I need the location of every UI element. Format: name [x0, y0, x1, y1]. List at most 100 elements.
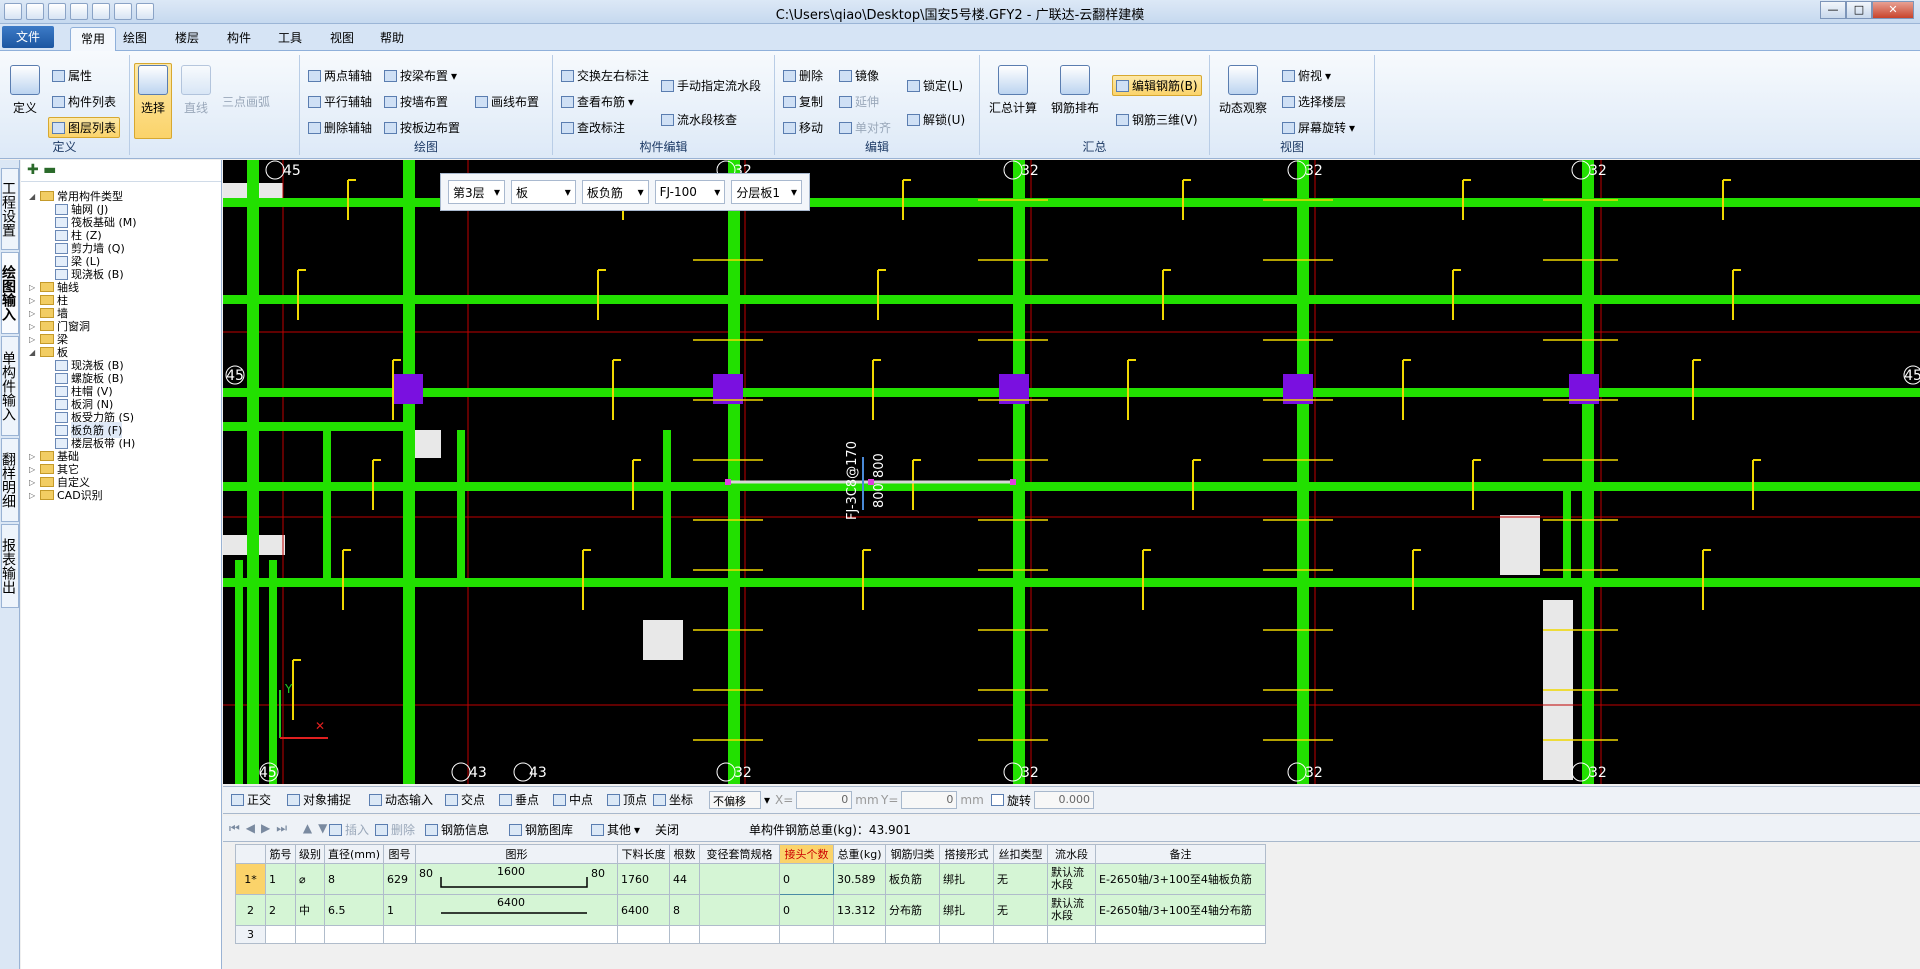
align-button[interactable]: 单对齐	[839, 119, 891, 136]
cell-empty[interactable]	[993, 925, 1049, 944]
delete-aux-axis[interactable]: 删除辅轴	[308, 119, 372, 136]
name-select[interactable]: FJ-100 ▾	[654, 180, 726, 204]
expand-icon[interactable]: ▷	[29, 296, 37, 305]
insert-button[interactable]: 插入	[329, 821, 369, 838]
cell-fig-no[interactable]: 1	[383, 894, 417, 926]
vertex-snap[interactable]: 顶点	[607, 791, 647, 808]
close-panel-button[interactable]: 关闭	[655, 821, 679, 838]
edit-label[interactable]: 查改标注	[561, 119, 625, 136]
cell-sleeve[interactable]	[699, 894, 781, 926]
rebar-library-button[interactable]: 钢筋图库	[509, 821, 573, 838]
row-delete-button[interactable]: 删除	[375, 821, 415, 838]
subtype-select[interactable]: 板负筋 ▾	[581, 180, 649, 204]
minimize-button[interactable]: —	[1820, 1, 1846, 19]
rebar-layout-button[interactable]: 钢筋排布	[1048, 65, 1102, 116]
floor-select[interactable]: 第3层 ▾	[448, 180, 505, 204]
cell-thread[interactable]: 无	[993, 894, 1049, 926]
intersection-snap[interactable]: 交点	[445, 791, 485, 808]
cad-drawing[interactable]: FJ-3C8@170 80080045 32 32 32 3245 43 43 32 32 32 32…	[223, 160, 1920, 784]
expand-icon[interactable]: ▷	[29, 322, 37, 331]
two-point-aux-axis[interactable]: 两点辅轴	[308, 67, 372, 84]
tab-single-input[interactable]: 单构件输入	[0, 336, 19, 436]
cell-fig-no[interactable]: 629	[383, 863, 417, 895]
rebar-3d-button[interactable]: 钢筋三维(V)	[1116, 111, 1198, 128]
tab-view[interactable]: 视图	[330, 29, 354, 46]
cell-bar-no[interactable]: 2	[265, 894, 296, 926]
delete-button[interactable]: 删除	[783, 67, 823, 84]
three-point-arc-button[interactable]: 三点画弧	[222, 93, 270, 110]
place-by-slab-edge[interactable]: 按板边布置	[384, 119, 460, 136]
cell-thread[interactable]: 无	[993, 863, 1049, 895]
unlock-button[interactable]: 解锁(U)	[907, 111, 965, 128]
expand-icon[interactable]: ◢	[29, 192, 37, 201]
flow-segment-check[interactable]: 流水段核查	[661, 111, 737, 128]
cell-note[interactable]: E-2650轴/3+100至4轴分布筋	[1095, 894, 1267, 926]
x-input[interactable]: 0	[796, 791, 853, 809]
cell-shape[interactable]: 80 1600 80	[415, 863, 619, 895]
cell-empty[interactable]	[295, 925, 325, 944]
close-button[interactable]: ✕	[1872, 1, 1914, 19]
place-by-wall[interactable]: 按墙布置	[384, 93, 448, 110]
expand-icon[interactable]: ▷	[29, 465, 37, 474]
table-row[interactable]: 2 2 中 6.5 1 6400 6400 8 0 13.312 分布筋 绑扎 …	[235, 894, 1267, 926]
cell-shape[interactable]: 6400	[415, 894, 619, 926]
cell-joints[interactable]: 0	[779, 894, 835, 926]
summary-calc-button[interactable]: 汇总计算	[986, 65, 1040, 116]
cell-length[interactable]: 1760	[617, 863, 671, 895]
coordinate-snap[interactable]: 坐标	[653, 791, 693, 808]
y-input[interactable]: 0	[901, 791, 958, 809]
perpendicular-snap[interactable]: 垂点	[499, 791, 539, 808]
cell-empty[interactable]	[1095, 925, 1267, 944]
menu-file[interactable]: 文件	[2, 26, 54, 48]
tree-toolbar[interactable]: ✚ ▬	[21, 160, 221, 182]
cell-grade[interactable]: ⌀	[295, 863, 325, 895]
tab-help[interactable]: 帮助	[380, 29, 404, 46]
tab-component[interactable]: 构件	[227, 29, 251, 46]
object-snap-toggle[interactable]: 对象捕捉	[287, 791, 351, 808]
tab-tools[interactable]: 工具	[278, 29, 302, 46]
cell-grade[interactable]: 中	[295, 894, 325, 926]
draw-line-place[interactable]: 画线布置	[475, 93, 539, 110]
tab-draw[interactable]: 绘图	[123, 29, 147, 46]
tab-floor[interactable]: 楼层	[175, 29, 199, 46]
cell-weight[interactable]: 30.589	[833, 863, 887, 895]
dynamic-view-button[interactable]: 动态观察	[1216, 65, 1270, 116]
cell-segment[interactable]: 默认流水段	[1047, 894, 1097, 926]
cell-empty[interactable]	[885, 925, 941, 944]
view-rebar-layout[interactable]: 查看布筋 ▾	[561, 93, 634, 110]
layer-select[interactable]: 分层板1 ▾	[731, 180, 803, 204]
row-number[interactable]: 2	[235, 894, 266, 926]
top-view-button[interactable]: 俯视 ▾	[1282, 67, 1331, 84]
line-button[interactable]: 直线	[178, 65, 214, 116]
cell-empty[interactable]	[1047, 925, 1097, 944]
rotate-toggle[interactable]: 旋转 0.000	[991, 791, 1095, 809]
table-row[interactable]: 3	[235, 925, 1267, 944]
properties-button[interactable]: 属性	[52, 67, 92, 84]
cell-empty[interactable]	[833, 925, 887, 944]
copy-button[interactable]: 复制	[783, 93, 823, 110]
offset-mode-select[interactable]: 不偏移 ▾	[709, 791, 770, 809]
cell-empty[interactable]	[669, 925, 701, 944]
cell-empty[interactable]	[939, 925, 995, 944]
cell-empty[interactable]	[779, 925, 835, 944]
select-button[interactable]: 选择	[134, 63, 172, 139]
type-select[interactable]: 板 ▾	[511, 180, 576, 204]
expand-icon[interactable]: ▷	[29, 335, 37, 344]
tab-project-settings[interactable]: 工程设置	[0, 168, 19, 250]
expand-icon[interactable]: ◢	[29, 348, 37, 357]
cell-joints[interactable]: 0	[779, 863, 835, 895]
tab-detail[interactable]: 翻样明细	[0, 438, 19, 522]
other-button[interactable]: 其他 ▾	[591, 821, 640, 838]
rotate-input[interactable]: 0.000	[1034, 791, 1095, 809]
cell-count[interactable]: 44	[669, 863, 701, 895]
cell-length[interactable]: 6400	[617, 894, 671, 926]
tab-report[interactable]: 报表输出	[0, 524, 19, 608]
edit-rebar-button[interactable]: 编辑钢筋(B)	[1112, 75, 1202, 96]
expand-icon[interactable]: ▷	[29, 478, 37, 487]
tab-common[interactable]: 常用	[70, 27, 117, 51]
cell-empty[interactable]	[383, 925, 417, 944]
extend-button[interactable]: 延伸	[839, 93, 879, 110]
cell-diameter[interactable]: 6.5	[323, 894, 385, 926]
cell-count[interactable]: 8	[669, 894, 701, 926]
cell-segment[interactable]: 默认流水段	[1047, 863, 1097, 895]
